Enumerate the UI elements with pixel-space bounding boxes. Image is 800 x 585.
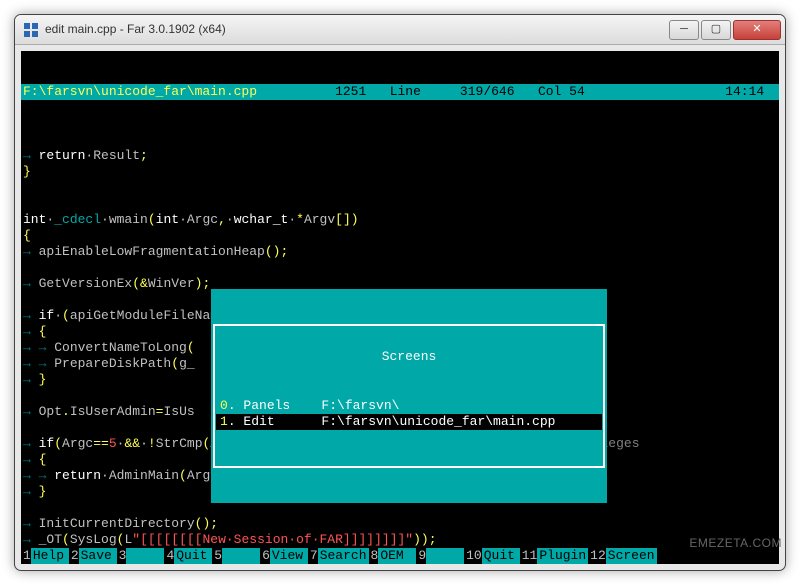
editor-status-bar: F:\farsvn\unicode_far\main.cpp 1251 Line… <box>21 84 779 100</box>
window-title: edit main.cpp - Far 3.0.1902 (x64) <box>45 22 669 37</box>
minimize-button[interactable]: ─ <box>669 20 699 40</box>
screens-popup: Screens 0. Panels F:\farsvn\1. Edit F:\f… <box>211 289 607 503</box>
code-line: int·_cdecl·wmain(int·Argc,·wchar_t·*Argv… <box>23 212 777 228</box>
fkey-7[interactable]: 7Search <box>308 548 369 564</box>
fkey-9[interactable]: 9 <box>416 548 464 564</box>
function-key-bar: 1Help2Save34Quit56View7Search8OEM910Quit… <box>21 548 779 564</box>
fkey-4[interactable]: 4Quit <box>164 548 212 564</box>
fkey-3[interactable]: 3 <box>117 548 165 564</box>
code-line: → apiEnableLowFragmentationHeap(); <box>23 244 777 260</box>
code-line <box>23 260 777 276</box>
code-line <box>23 180 777 196</box>
fkey-11[interactable]: 11Plugin <box>520 548 588 564</box>
os-window: edit main.cpp - Far 3.0.1902 (x64) ─ ▢ ✕… <box>14 14 786 571</box>
window-titlebar[interactable]: edit main.cpp - Far 3.0.1902 (x64) ─ ▢ ✕ <box>15 15 785 45</box>
code-line: → _OT(SysLog(L"[[[[[[[[New·Session·of·FA… <box>23 532 777 548</box>
maximize-button[interactable]: ▢ <box>701 20 731 40</box>
code-line <box>23 196 777 212</box>
code-line <box>23 500 777 516</box>
fkey-10[interactable]: 10Quit <box>464 548 520 564</box>
app-icon <box>23 22 39 38</box>
fkey-8[interactable]: 8OEM <box>369 548 417 564</box>
fkey-12[interactable]: 12Screen <box>588 548 656 564</box>
fkey-6[interactable]: 6View <box>260 548 308 564</box>
screens-item[interactable]: 0. Panels F:\farsvn\ <box>216 398 602 414</box>
close-button[interactable]: ✕ <box>733 20 781 40</box>
code-line: → return·Result; <box>23 148 777 164</box>
fkey-2[interactable]: 2Save <box>69 548 117 564</box>
screens-item[interactable]: 1. Edit F:\farsvn\unicode_far\main.cpp <box>216 414 602 430</box>
fkey-5[interactable]: 5 <box>212 548 260 564</box>
terminal-area[interactable]: F:\farsvn\unicode_far\main.cpp 1251 Line… <box>21 51 779 564</box>
code-line: } <box>23 164 777 180</box>
popup-title: Screens <box>216 349 602 365</box>
code-line: { <box>23 228 777 244</box>
code-line: → InitCurrentDirectory(); <box>23 516 777 532</box>
fkey-1[interactable]: 1Help <box>21 548 69 564</box>
watermark: EMEZETA.COM <box>689 536 782 551</box>
window-buttons: ─ ▢ ✕ <box>669 20 781 40</box>
